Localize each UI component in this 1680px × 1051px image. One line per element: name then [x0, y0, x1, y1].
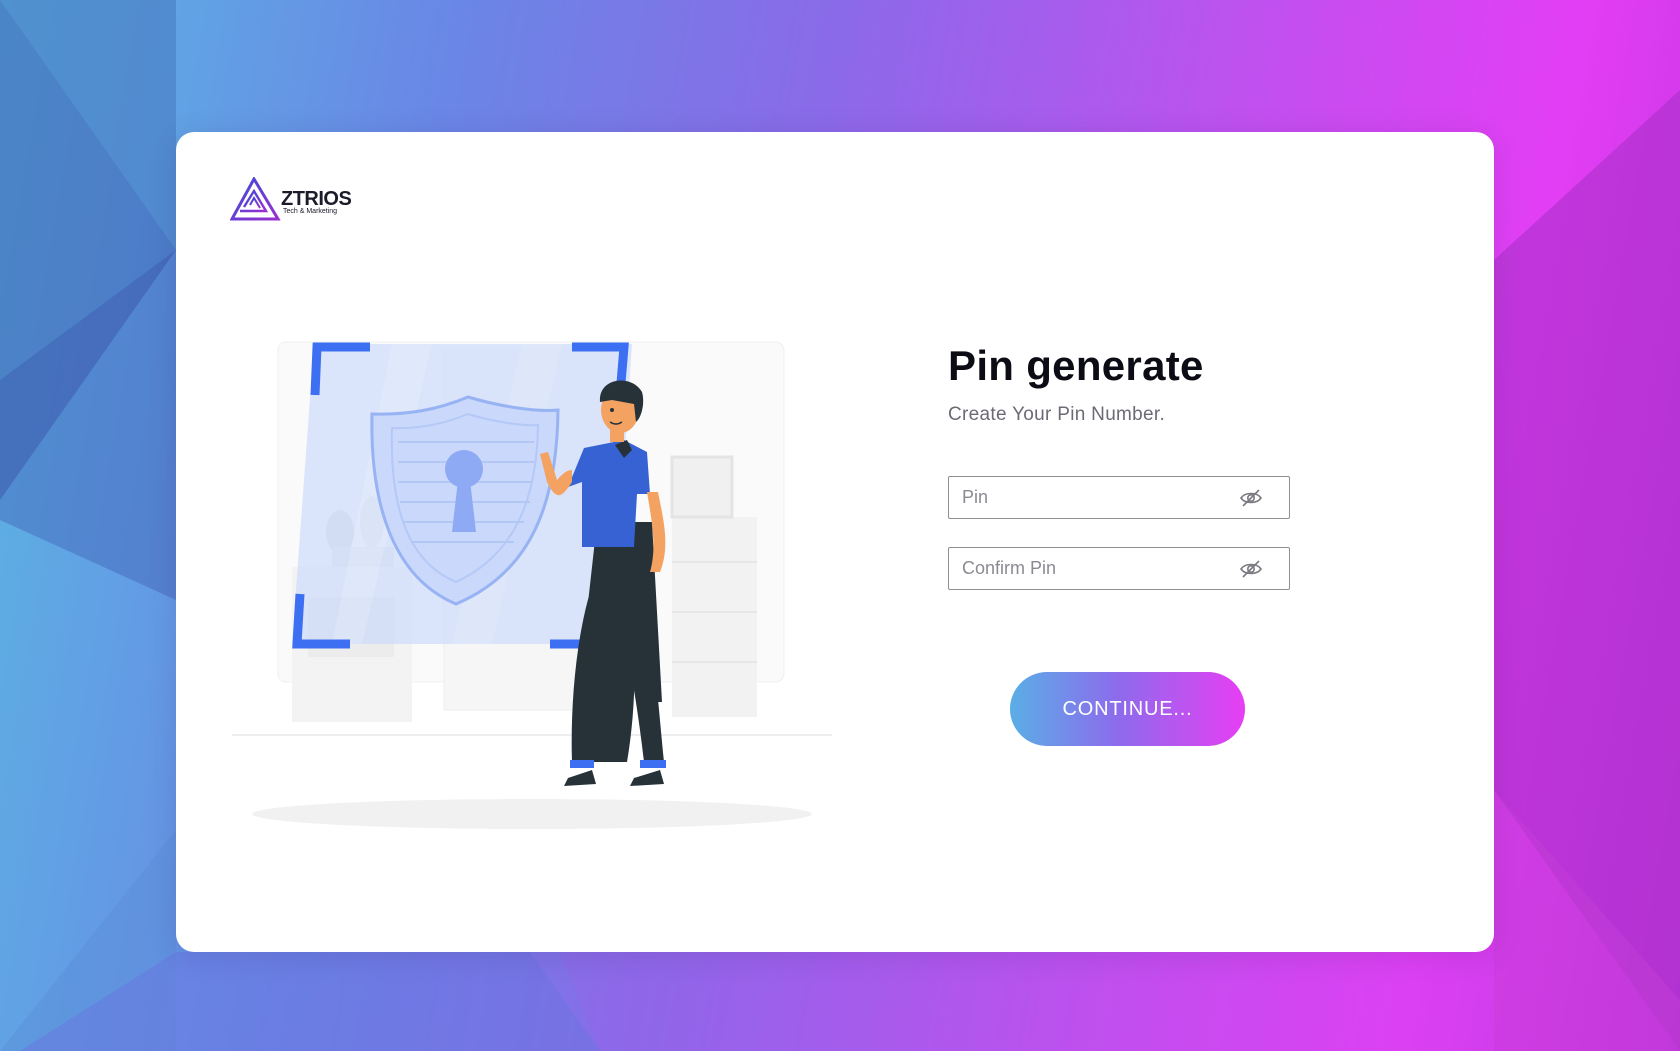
page-subtitle: Create Your Pin Number. — [948, 404, 1166, 425]
ztrios-logo-icon — [230, 177, 281, 221]
page-title: Pin generate — [948, 342, 1204, 389]
security-illustration — [232, 341, 832, 829]
confirm-pin-field — [948, 547, 1290, 590]
continue-button[interactable]: CONTINUE... — [1010, 672, 1245, 746]
pin-form: Pin generate Create Your Pin Number. — [948, 342, 1308, 590]
pin-input[interactable] — [949, 477, 1239, 518]
pin-field — [948, 476, 1290, 519]
confirm-pin-input[interactable] — [949, 548, 1239, 589]
pin-card: ZTRIOS Tech & Marketing Pin generate Cre… — [176, 132, 1494, 952]
eye-slash-icon[interactable] — [1239, 488, 1263, 508]
brand-tagline: Tech & Marketing — [283, 208, 338, 215]
brand-logo[interactable]: ZTRIOS Tech & Marketing — [230, 177, 360, 221]
eye-slash-icon[interactable] — [1239, 559, 1263, 579]
